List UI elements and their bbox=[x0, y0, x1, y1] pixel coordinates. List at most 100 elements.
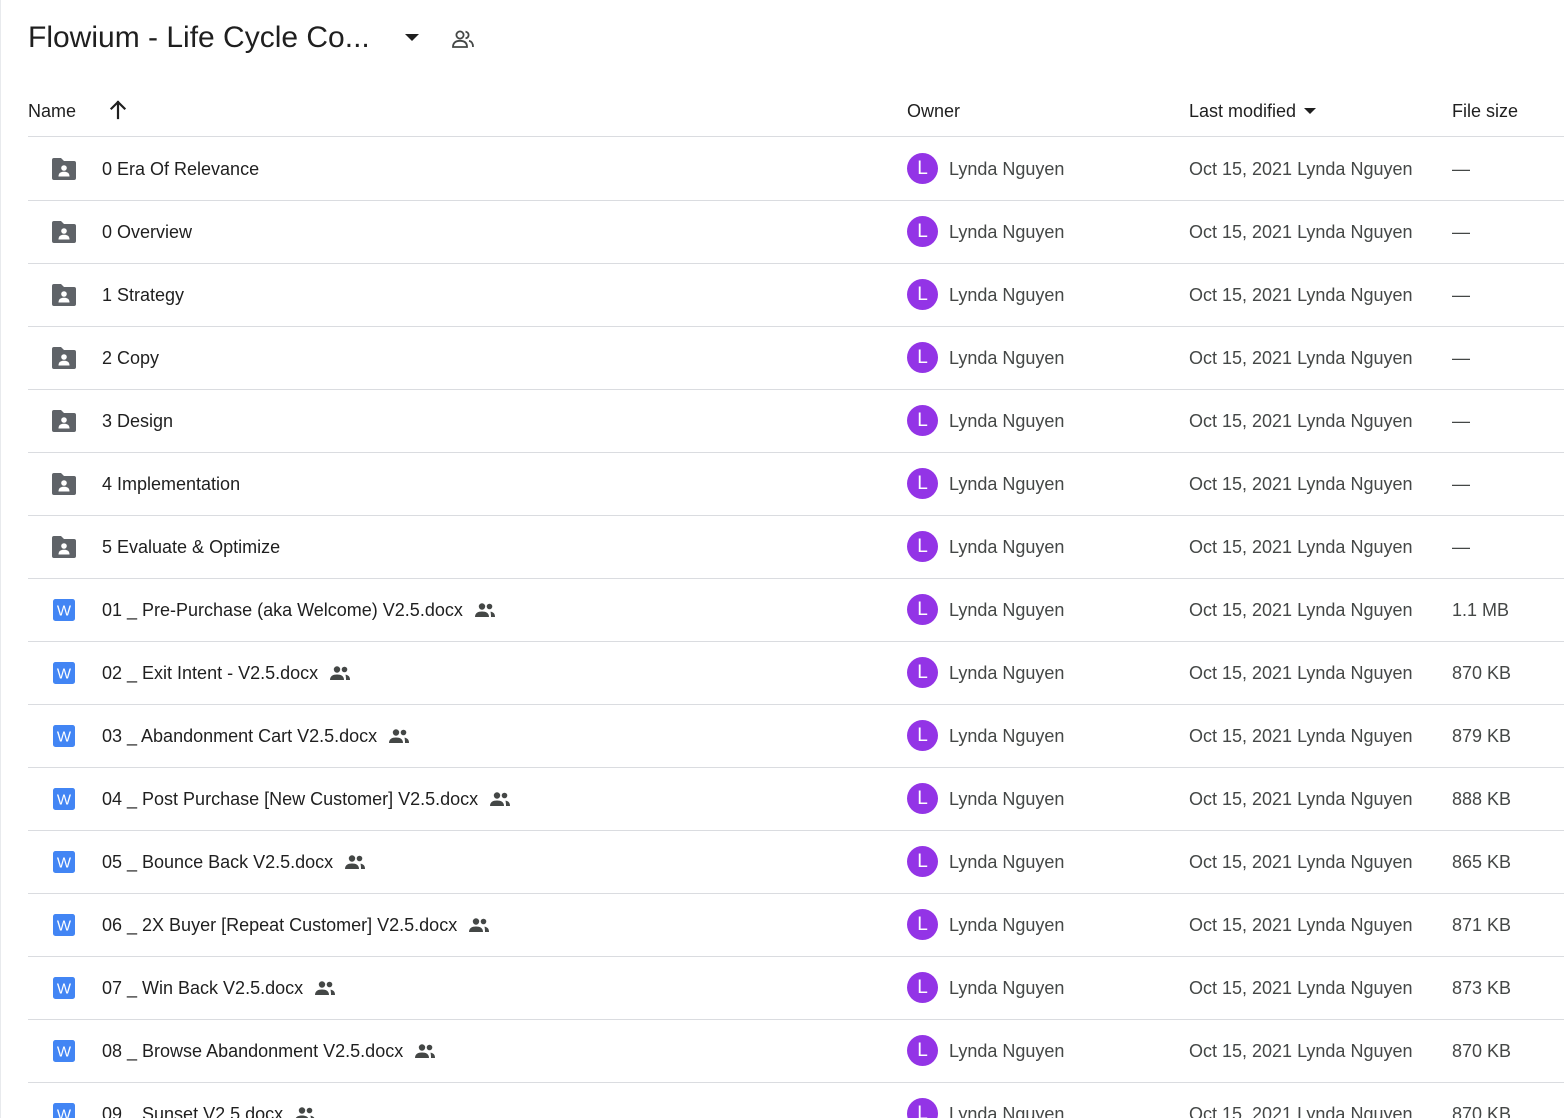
column-file-size[interactable]: File size bbox=[1452, 99, 1518, 123]
drive-folder-view: Flowium - Life Cycle Co... Name Owner La… bbox=[0, 0, 1564, 1118]
shared-users-icon[interactable] bbox=[448, 24, 478, 54]
word-document-icon: W bbox=[50, 912, 78, 938]
file-size: 888 KB bbox=[1452, 789, 1512, 809]
shared-folder-icon bbox=[50, 219, 78, 245]
word-document-icon: W bbox=[50, 723, 78, 749]
shared-people-icon bbox=[328, 661, 352, 685]
item-name: 03 _ Abandonment Cart V2.5.docx bbox=[102, 724, 411, 748]
folder-row[interactable]: 0 Overview L Lynda Nguyen Oct 15, 2021 Lynd… bbox=[28, 201, 1564, 264]
folder-row[interactable]: 0 Era Of Relevance L Lynda Nguyen Oct 15, 2… bbox=[28, 138, 1564, 201]
file-row[interactable]: W 01 _ Pre-Purchase (aka Welcome) V2.5.do… bbox=[28, 579, 1564, 642]
word-document-icon: W bbox=[50, 1101, 78, 1118]
owner-name: Lynda Nguyen bbox=[949, 411, 1065, 431]
column-owner[interactable]: Owner bbox=[907, 99, 960, 123]
owner-avatar: L bbox=[907, 909, 938, 940]
owner-name: Lynda Nguyen bbox=[949, 1104, 1065, 1118]
last-modified: Oct 15, 2021 Lynda Nguyen bbox=[1189, 1041, 1413, 1061]
item-name-text: 02 _ Exit Intent - V2.5.docx bbox=[102, 663, 319, 683]
svg-text:W: W bbox=[57, 918, 72, 935]
item-name-text: 0 Era Of Relevance bbox=[102, 159, 260, 179]
owner-avatar: L bbox=[907, 279, 938, 310]
sort-ascending-icon[interactable] bbox=[106, 98, 130, 122]
caret-down-icon[interactable] bbox=[398, 24, 426, 52]
item-name: 2 Copy bbox=[102, 346, 159, 370]
item-name: 08 _ Browse Abandonment V2.5.docx bbox=[102, 1039, 437, 1063]
owner-avatar: L bbox=[907, 846, 938, 877]
item-name-text: 4 Implementation bbox=[102, 474, 241, 494]
owner-avatar: L bbox=[907, 153, 938, 184]
owner-name: Lynda Nguyen bbox=[949, 285, 1065, 305]
file-row[interactable]: W 09 _ Sunset V2.5.docx L Lynda Nguyen Oct 1… bbox=[28, 1083, 1564, 1118]
shared-folder-icon bbox=[50, 156, 78, 182]
owner-name: Lynda Nguyen bbox=[949, 789, 1065, 809]
folder-row[interactable]: 1 Strategy L Lynda Nguyen Oct 15, 2021 Lynd… bbox=[28, 264, 1564, 327]
shared-folder-icon bbox=[50, 345, 78, 371]
column-last-modified[interactable]: Last modified bbox=[1189, 99, 1317, 123]
file-row[interactable]: W 07 _ Win Back V2.5.docx L Lynda Nguyen Oct… bbox=[28, 957, 1564, 1020]
last-modified: Oct 15, 2021 Lynda Nguyen bbox=[1189, 285, 1413, 305]
svg-text:W: W bbox=[57, 666, 72, 683]
last-modified: Oct 15, 2021 Lynda Nguyen bbox=[1189, 978, 1413, 998]
last-modified: Oct 15, 2021 Lynda Nguyen bbox=[1189, 663, 1413, 683]
shared-folder-icon bbox=[50, 408, 78, 434]
item-name: 01 _ Pre-Purchase (aka Welcome) V2.5.doc… bbox=[102, 598, 497, 622]
folder-title[interactable]: Flowium - Life Cycle Co... bbox=[28, 16, 370, 60]
folder-row[interactable]: 2 Copy L Lynda Nguyen Oct 15, 2021 Lynda Ng… bbox=[28, 327, 1564, 390]
file-row[interactable]: W 03 _ Abandonment Cart V2.5.docx L Lynda N… bbox=[28, 705, 1564, 768]
owner-avatar: L bbox=[907, 342, 938, 373]
file-size: 879 KB bbox=[1452, 726, 1512, 746]
owner-avatar: L bbox=[907, 405, 938, 436]
folder-row[interactable]: 4 Implementation L Lynda Nguyen Oct 15, 202… bbox=[28, 453, 1564, 516]
item-name: 07 _ Win Back V2.5.docx bbox=[102, 976, 337, 1000]
folder-row[interactable]: 5 Evaluate & Optimize L Lynda Nguyen Oct 15… bbox=[28, 516, 1564, 579]
file-size: — bbox=[1452, 411, 1470, 431]
file-row[interactable]: W 02 _ Exit Intent - V2.5.docx L Lynda Nguy… bbox=[28, 642, 1564, 705]
last-modified: Oct 15, 2021 Lynda Nguyen bbox=[1189, 537, 1413, 557]
last-modified: Oct 15, 2021 Lynda Nguyen bbox=[1189, 159, 1413, 179]
file-size: 1.1 MB bbox=[1452, 600, 1510, 620]
owner-name: Lynda Nguyen bbox=[949, 348, 1065, 368]
file-row[interactable]: W 04 _ Post Purchase [New Customer] V2.5.… bbox=[28, 768, 1564, 831]
owner-name: Lynda Nguyen bbox=[949, 852, 1065, 872]
owner-avatar: L bbox=[907, 216, 938, 247]
file-size: — bbox=[1452, 222, 1470, 242]
last-modified: Oct 15, 2021 Lynda Nguyen bbox=[1189, 726, 1413, 746]
file-size: — bbox=[1452, 285, 1470, 305]
file-size: 870 KB bbox=[1452, 663, 1512, 683]
svg-text:W: W bbox=[57, 1107, 72, 1118]
column-header-row: Name Owner Last modified File size bbox=[28, 88, 1564, 137]
owner-avatar: L bbox=[907, 972, 938, 1003]
caret-down-icon bbox=[1304, 107, 1317, 115]
svg-text:W: W bbox=[57, 729, 72, 746]
svg-text:W: W bbox=[57, 855, 72, 872]
file-row[interactable]: W 05 _ Bounce Back V2.5.docx L Lynda Nguyen… bbox=[28, 831, 1564, 894]
column-name[interactable]: Name bbox=[28, 99, 76, 123]
word-document-icon: W bbox=[50, 597, 78, 623]
item-name: 05 _ Bounce Back V2.5.docx bbox=[102, 850, 367, 874]
last-modified: Oct 15, 2021 Lynda Nguyen bbox=[1189, 474, 1413, 494]
file-size: 865 KB bbox=[1452, 852, 1512, 872]
owner-name: Lynda Nguyen bbox=[949, 474, 1065, 494]
item-name: 4 Implementation bbox=[102, 472, 240, 496]
file-size: — bbox=[1452, 348, 1470, 368]
owner-name: Lynda Nguyen bbox=[949, 600, 1065, 620]
svg-text:W: W bbox=[57, 981, 72, 998]
shared-folder-icon bbox=[50, 534, 78, 560]
item-name-text: 05 _ Bounce Back V2.5.docx bbox=[102, 852, 334, 872]
last-modified: Oct 15, 2021 Lynda Nguyen bbox=[1189, 789, 1413, 809]
item-name: 09 _ Sunset V2.5.docx bbox=[102, 1102, 317, 1118]
file-row[interactable]: W 08 _ Browse Abandonment V2.5.docx L Lynda… bbox=[28, 1020, 1564, 1083]
folder-row[interactable]: 3 Design L Lynda Nguyen Oct 15, 2021 Lynda … bbox=[28, 390, 1564, 453]
file-size: 870 KB bbox=[1452, 1041, 1512, 1061]
owner-name: Lynda Nguyen bbox=[949, 1041, 1065, 1061]
svg-text:W: W bbox=[57, 603, 72, 620]
item-name-text: 5 Evaluate & Optimize bbox=[102, 537, 281, 557]
owner-avatar: L bbox=[907, 594, 938, 625]
shared-people-icon bbox=[473, 598, 497, 622]
item-name: 02 _ Exit Intent - V2.5.docx bbox=[102, 661, 352, 685]
shared-folder-icon bbox=[50, 471, 78, 497]
shared-folder-icon bbox=[50, 282, 78, 308]
folder-header: Flowium - Life Cycle Co... bbox=[0, 0, 1564, 78]
file-row[interactable]: W 06 _ 2X Buyer [Repeat Customer] V2.5.do… bbox=[28, 894, 1564, 957]
left-divider bbox=[0, 0, 1, 1118]
